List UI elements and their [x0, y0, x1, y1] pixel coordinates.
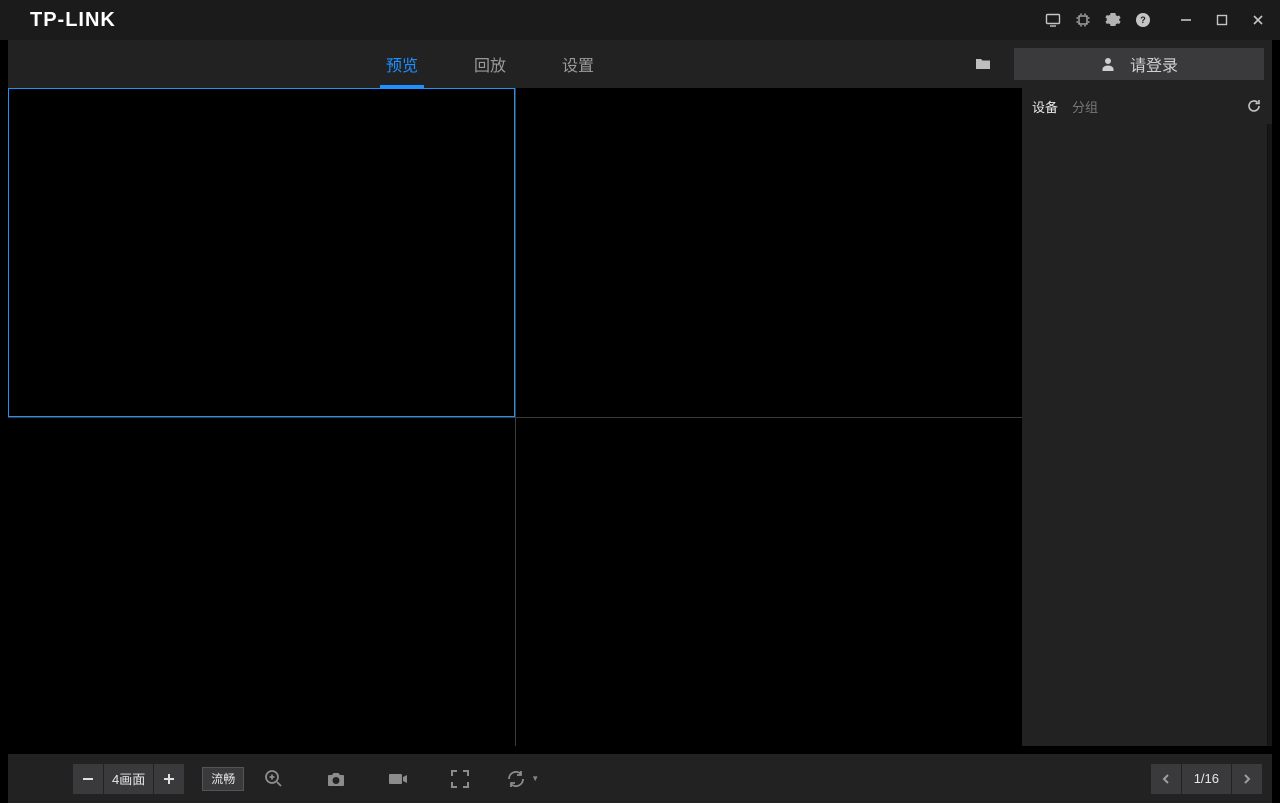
minimize-icon[interactable]	[1174, 8, 1198, 32]
layout-decrease-button[interactable]	[73, 764, 103, 794]
fullscreen-icon[interactable]	[442, 761, 478, 797]
close-icon[interactable]	[1246, 8, 1270, 32]
sidebar-tabs: 设备 分组	[1022, 88, 1272, 124]
stream-quality-button[interactable]: 流畅	[202, 767, 244, 791]
video-icon[interactable]	[380, 761, 416, 797]
zoom-in-icon[interactable]	[256, 761, 292, 797]
main-tabs: 预览 回放 设置	[358, 40, 622, 88]
folder-icon[interactable]	[968, 40, 998, 88]
video-cell-3[interactable]	[8, 418, 515, 747]
bottom-right: 1/16	[1151, 764, 1262, 794]
title-bar: TP-LINK ?	[0, 0, 1280, 40]
video-cell-2[interactable]	[516, 88, 1023, 417]
bottom-toolbar: 4画面 流畅 ▼ 1/16	[8, 754, 1272, 803]
layout-stepper: 4画面	[73, 764, 184, 794]
layout-count-label: 4画面	[104, 764, 153, 794]
tab-label: 设置	[562, 52, 594, 76]
nav-bar: 预览 回放 设置 请登录	[8, 40, 1272, 88]
titlebar-right: ?	[1044, 8, 1270, 32]
tab-settings[interactable]: 设置	[534, 40, 622, 88]
stream-quality-label: 流畅	[211, 770, 235, 787]
tab-label: 回放	[474, 52, 506, 76]
sidebar-scrollbar[interactable]	[1268, 124, 1272, 746]
video-cell-1[interactable]	[8, 88, 515, 417]
page-next-button[interactable]	[1232, 764, 1262, 794]
sidebar-tab-label: 设备	[1032, 100, 1058, 115]
user-icon	[1100, 56, 1116, 72]
video-grid-area	[8, 88, 1022, 746]
login-label: 请登录	[1130, 52, 1178, 76]
screen-icon[interactable]	[1044, 11, 1062, 29]
main-area: 设备 分组	[8, 88, 1272, 746]
device-list	[1022, 124, 1268, 746]
camera-icon[interactable]	[318, 761, 354, 797]
sidebar-tab-devices[interactable]: 设备	[1032, 97, 1058, 116]
tab-playback[interactable]: 回放	[446, 40, 534, 88]
page-indicator: 1/16	[1182, 764, 1231, 794]
help-icon[interactable]: ?	[1134, 11, 1152, 29]
layout-increase-button[interactable]	[154, 764, 184, 794]
video-grid	[8, 88, 1022, 746]
chevron-down-icon: ▼	[531, 774, 539, 783]
sidebar-tab-label: 分组	[1072, 100, 1098, 115]
tab-preview[interactable]: 预览	[358, 40, 446, 88]
gear-icon[interactable]	[1104, 11, 1122, 29]
refresh-icon[interactable]	[1244, 96, 1264, 116]
login-button[interactable]: 请登录	[1014, 48, 1264, 80]
video-cell-4[interactable]	[516, 418, 1023, 747]
sidebar-tab-groups[interactable]: 分组	[1072, 97, 1098, 116]
rotate-icon[interactable]: ▼	[504, 761, 540, 797]
cpu-icon[interactable]	[1074, 11, 1092, 29]
maximize-icon[interactable]	[1210, 8, 1234, 32]
tab-label: 预览	[386, 52, 418, 76]
device-sidebar: 设备 分组	[1022, 88, 1272, 746]
page-prev-button[interactable]	[1151, 764, 1181, 794]
bottom-left: 4画面 流畅 ▼	[73, 761, 540, 797]
svg-text:?: ?	[1140, 15, 1146, 25]
app-logo: TP-LINK	[30, 9, 116, 32]
